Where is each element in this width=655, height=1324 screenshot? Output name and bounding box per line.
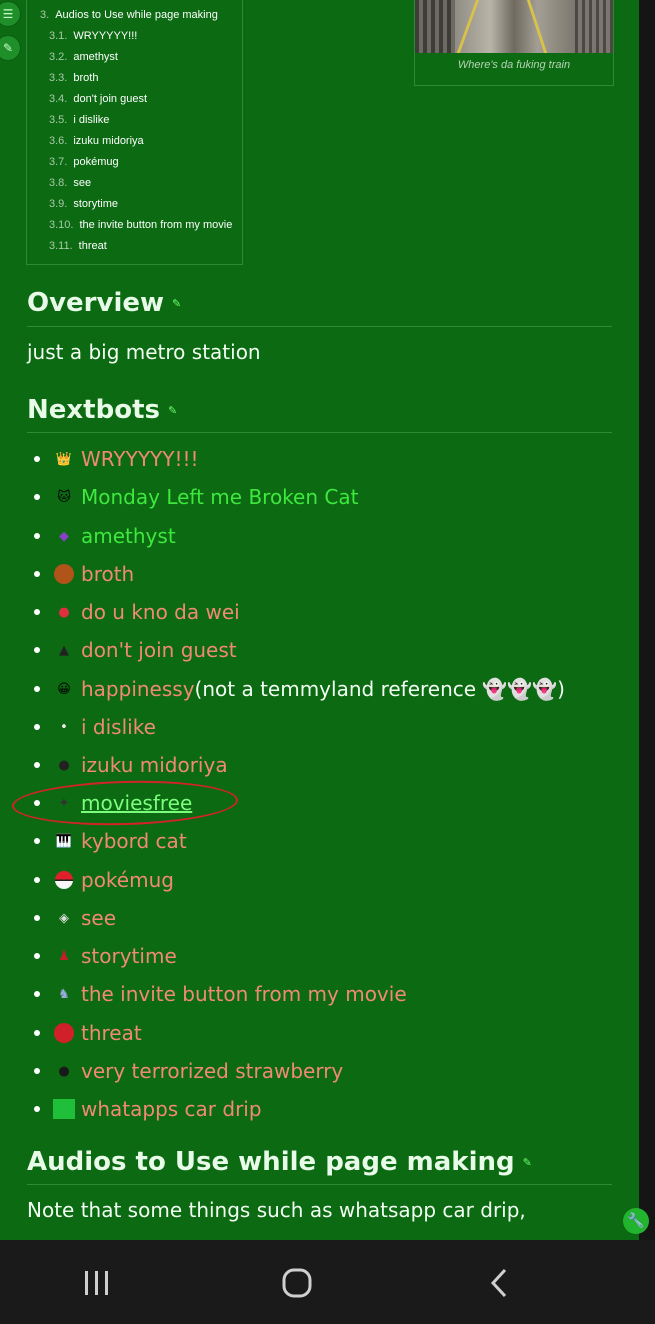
nextbots-heading: Nextbots ✎ <box>27 395 178 425</box>
knuckles-icon: ● <box>58 604 70 620</box>
nextbot-link[interactable]: pokémug <box>81 868 174 892</box>
list-item: 😀 happinessy (not a temmyland reference … <box>34 674 565 704</box>
nextbot-link[interactable]: Monday Left me Broken Cat <box>81 485 358 509</box>
see-icon: ◈ <box>59 910 69 926</box>
home-button[interactable] <box>280 1266 314 1300</box>
list-item: ♞ the invite button from my movie <box>34 979 407 1009</box>
audios-heading: Audios to Use while page making ✎ <box>27 1147 532 1177</box>
edit-section-icon[interactable]: ✎ <box>523 1156 532 1169</box>
image-caption: Where's da fuking train <box>457 59 571 71</box>
infobox: Where's da fuking train <box>414 0 614 86</box>
list-item: broth <box>34 559 134 589</box>
list-item: threat <box>34 1018 142 1048</box>
list-item: 🐱 Monday Left me Broken Cat <box>34 482 358 512</box>
list-item: ▲ don't join guest <box>34 635 237 665</box>
wrench-icon: 🔧 <box>627 1213 645 1229</box>
list-item: ✦ moviesfree <box>34 788 192 818</box>
pokeball-icon <box>53 869 75 891</box>
strawberry-icon: ● <box>58 1063 70 1079</box>
nextbot-link[interactable]: threat <box>81 1021 142 1045</box>
metro-station-image[interactable] <box>415 0 613 53</box>
list-item: • i dislike <box>34 712 156 742</box>
toc-item-i-dislike[interactable]: 3.5. i dislike <box>49 114 109 126</box>
table-of-contents: 3. Audios to Use while page making 3.1. WR… <box>26 0 243 265</box>
back-button[interactable] <box>482 1266 516 1300</box>
recent-apps-icon <box>85 1271 108 1295</box>
nextbot-link[interactable]: storytime <box>81 944 177 968</box>
page-edge <box>639 0 655 1240</box>
overview-heading: Overview ✎ <box>27 288 182 318</box>
toc-item-pokemug[interactable]: 3.7. pokémug <box>49 156 119 168</box>
keyboard-cat-icon: 🎹 <box>55 833 73 849</box>
nextbot-note: (not a temmyland reference 👻👻👻) <box>194 677 565 701</box>
divider <box>27 1184 612 1185</box>
system-navigation-bar <box>0 1240 655 1324</box>
overview-text: just a big metro station <box>27 340 261 364</box>
tools-button[interactable]: 🔧 <box>623 1208 649 1234</box>
list-item: 👑 WRYYYYY!!! <box>34 444 199 474</box>
izuku-icon: ● <box>58 757 70 773</box>
audios-text: Note that some things such as whatsapp c… <box>27 1198 526 1222</box>
home-icon <box>282 1268 312 1298</box>
toc-item-dont-join-guest[interactable]: 3.4. don't join guest <box>49 93 147 105</box>
toc-item-see[interactable]: 3.8. see <box>49 177 91 189</box>
pencil-icon: ✎ <box>2 41 14 55</box>
moviesfree-icon: ✦ <box>58 795 70 811</box>
list-item: pokémug <box>34 865 174 895</box>
nextbot-link[interactable]: happinessy <box>81 677 195 701</box>
list-item: ● very terrorized strawberry <box>34 1056 343 1086</box>
nextbot-link[interactable]: WRYYYYY!!! <box>81 447 199 471</box>
toc-item-storytime[interactable]: 3.9. storytime <box>49 198 118 210</box>
broth-icon <box>53 563 75 585</box>
list-item: 🎹 kybord cat <box>34 826 187 856</box>
toc-item-wryyyyy[interactable]: 3.1. WRYYYYY!!! <box>49 30 137 42</box>
cat-icon: 🐱 <box>57 489 71 505</box>
list-item: whatapps car drip <box>34 1094 262 1124</box>
nextbot-link[interactable]: i dislike <box>81 715 156 739</box>
nextbot-link[interactable]: amethyst <box>81 524 176 548</box>
nextbot-link[interactable]: very terrorized strawberry <box>81 1059 343 1083</box>
guest-icon: ▲ <box>59 642 69 658</box>
smiley-icon: 😀 <box>57 681 71 697</box>
toc-item-threat[interactable]: 3.11. threat <box>49 240 107 252</box>
list-item: ♟ storytime <box>34 941 177 971</box>
recent-apps-button[interactable] <box>80 1266 114 1300</box>
nextbot-link[interactable]: izuku midoriya <box>81 753 228 777</box>
nextbot-link[interactable]: see <box>81 906 116 930</box>
back-icon <box>490 1268 507 1298</box>
nextbot-link[interactable]: do u kno da wei <box>81 600 240 624</box>
list-item: ● do u kno da wei <box>34 597 240 627</box>
dio-icon: 👑 <box>55 451 73 467</box>
edit-section-icon[interactable]: ✎ <box>168 404 177 417</box>
list-icon: ☰ <box>2 7 14 21</box>
dislike-icon: • <box>60 719 68 735</box>
nextbot-link[interactable]: whatapps car drip <box>81 1097 262 1121</box>
toc-item-invite-button[interactable]: 3.10. the invite button from my movie <box>49 219 232 231</box>
invite-icon: ♞ <box>58 986 70 1002</box>
storytime-icon: ♟ <box>58 948 70 964</box>
divider <box>27 326 612 327</box>
list-item: ● izuku midoriya <box>34 750 228 780</box>
nextbot-link[interactable]: moviesfree <box>81 791 192 815</box>
toc-item-broth[interactable]: 3.3. broth <box>49 72 98 84</box>
divider <box>27 432 612 433</box>
toc-item-izuku-midoriya[interactable]: 3.6. izuku midoriya <box>49 135 144 147</box>
nextbot-link[interactable]: kybord cat <box>81 829 187 853</box>
toc-item-amethyst[interactable]: 3.2. amethyst <box>49 51 118 63</box>
threat-icon <box>53 1022 75 1044</box>
amethyst-icon: ◆ <box>59 528 69 544</box>
nextbot-link[interactable]: don't join guest <box>81 638 237 662</box>
nextbot-link[interactable]: the invite button from my movie <box>81 982 407 1006</box>
wiki-page: ☰ ✎ 3. Audios to Use while page making 3.… <box>0 0 639 1240</box>
list-item: ◈ see <box>34 903 116 933</box>
nextbot-link[interactable]: broth <box>81 562 134 586</box>
edit-section-icon[interactable]: ✎ <box>172 297 181 310</box>
edit-page-button[interactable]: ✎ <box>0 36 20 60</box>
car-icon <box>53 1098 75 1120</box>
list-item: ◆ amethyst <box>34 521 176 551</box>
toc-item-audios[interactable]: 3. Audios to Use while page making <box>40 9 218 21</box>
toc-toggle-button[interactable]: ☰ <box>0 2 20 26</box>
